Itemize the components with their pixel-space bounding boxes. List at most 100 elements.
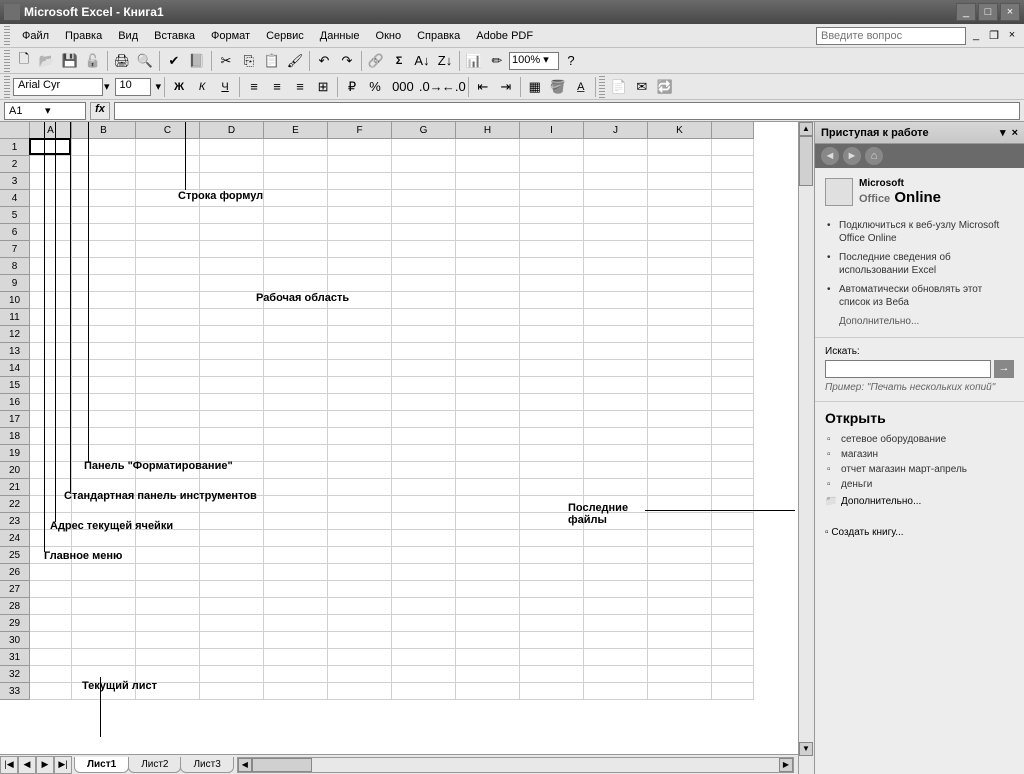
cell[interactable]	[200, 547, 264, 564]
cell[interactable]	[264, 445, 328, 462]
cell[interactable]	[712, 683, 754, 700]
cell[interactable]	[712, 326, 754, 343]
nav-back-icon[interactable]: ◄	[821, 147, 839, 165]
menu-вид[interactable]: Вид	[110, 27, 146, 45]
cell[interactable]	[136, 547, 200, 564]
cell[interactable]	[392, 275, 456, 292]
task-pane-close[interactable]: ×	[1012, 127, 1018, 139]
cell[interactable]	[136, 632, 200, 649]
autosum-button[interactable]: Σ	[388, 50, 410, 72]
cell[interactable]	[392, 581, 456, 598]
cell[interactable]	[392, 309, 456, 326]
pdf-review-button[interactable]: 🔁	[654, 76, 676, 98]
cell[interactable]	[200, 343, 264, 360]
cell[interactable]	[648, 445, 712, 462]
cell[interactable]	[328, 394, 392, 411]
cell[interactable]	[648, 598, 712, 615]
font-combo[interactable]: Arial Cyr	[13, 78, 103, 96]
save-button[interactable]: 💾	[59, 50, 81, 72]
cell[interactable]	[200, 428, 264, 445]
cell[interactable]	[30, 547, 72, 564]
cell[interactable]	[456, 207, 520, 224]
cell[interactable]	[136, 275, 200, 292]
cell[interactable]	[72, 564, 136, 581]
cell[interactable]	[72, 224, 136, 241]
cell[interactable]	[584, 530, 648, 547]
comma-style-button[interactable]: 000	[387, 76, 419, 98]
cell[interactable]	[520, 530, 584, 547]
cell[interactable]	[648, 258, 712, 275]
close-button[interactable]: ×	[1000, 3, 1020, 21]
std-toolbar-grip[interactable]	[4, 50, 10, 72]
cell[interactable]	[30, 513, 72, 530]
cell[interactable]	[648, 496, 712, 513]
cell[interactable]	[200, 496, 264, 513]
row-header-20[interactable]: 20	[0, 462, 30, 479]
cell[interactable]	[264, 513, 328, 530]
cell[interactable]	[264, 258, 328, 275]
cell[interactable]	[520, 496, 584, 513]
align-left-button[interactable]: ≡	[243, 76, 265, 98]
cell[interactable]	[264, 428, 328, 445]
cell[interactable]	[200, 683, 264, 700]
cell[interactable]	[520, 360, 584, 377]
cell[interactable]	[136, 207, 200, 224]
cell[interactable]	[520, 428, 584, 445]
open-button[interactable]: 📂	[36, 50, 58, 72]
sheet-tab-Лист2[interactable]: Лист2	[128, 757, 181, 773]
cell[interactable]	[72, 190, 136, 207]
cell[interactable]	[456, 462, 520, 479]
cell[interactable]	[520, 581, 584, 598]
cell[interactable]	[392, 513, 456, 530]
cell[interactable]	[72, 428, 136, 445]
cell[interactable]	[392, 615, 456, 632]
menu-правка[interactable]: Правка	[57, 27, 110, 45]
cell[interactable]	[136, 598, 200, 615]
print-button[interactable]: 🖨	[111, 50, 133, 72]
menu-данные[interactable]: Данные	[312, 27, 368, 45]
cut-button[interactable]: ✂	[215, 50, 237, 72]
cell[interactable]	[136, 564, 200, 581]
cell[interactable]	[30, 207, 72, 224]
cell[interactable]	[30, 258, 72, 275]
merge-center-button[interactable]: ⊞	[312, 76, 334, 98]
doc-minimize-button[interactable]: _	[968, 29, 984, 43]
cell[interactable]	[200, 173, 264, 190]
cell[interactable]	[456, 156, 520, 173]
cell[interactable]	[520, 190, 584, 207]
recent-file-link[interactable]: деньги	[825, 477, 1014, 492]
pdf-email-button[interactable]: ✉	[631, 76, 653, 98]
cell[interactable]	[328, 530, 392, 547]
cell[interactable]	[584, 564, 648, 581]
cell[interactable]	[328, 547, 392, 564]
cell[interactable]	[264, 564, 328, 581]
cell[interactable]	[456, 258, 520, 275]
cell[interactable]	[264, 224, 328, 241]
cell[interactable]	[712, 258, 754, 275]
cell[interactable]	[72, 139, 136, 156]
row-header-5[interactable]: 5	[0, 207, 30, 224]
research-button[interactable]: 📗	[186, 50, 208, 72]
chart-wizard-button[interactable]: 📊	[463, 50, 485, 72]
cell[interactable]	[30, 428, 72, 445]
cell[interactable]	[520, 615, 584, 632]
cell[interactable]	[456, 173, 520, 190]
recent-file-link[interactable]: сетевое оборудование	[825, 432, 1014, 447]
cell[interactable]	[712, 309, 754, 326]
cell[interactable]	[136, 139, 200, 156]
cell[interactable]	[328, 598, 392, 615]
cell[interactable]	[456, 224, 520, 241]
cell[interactable]	[72, 326, 136, 343]
cell[interactable]	[30, 564, 72, 581]
cell[interactable]	[392, 241, 456, 258]
col-header-F[interactable]: F	[328, 122, 392, 139]
cell[interactable]	[200, 156, 264, 173]
cell[interactable]	[392, 547, 456, 564]
cell[interactable]	[392, 530, 456, 547]
tab-nav-next[interactable]: ▶	[36, 756, 54, 774]
cell[interactable]	[392, 292, 456, 309]
cell[interactable]	[72, 156, 136, 173]
hscroll-left-button[interactable]: ◀	[238, 758, 252, 772]
cell[interactable]	[712, 462, 754, 479]
row-header-33[interactable]: 33	[0, 683, 30, 700]
